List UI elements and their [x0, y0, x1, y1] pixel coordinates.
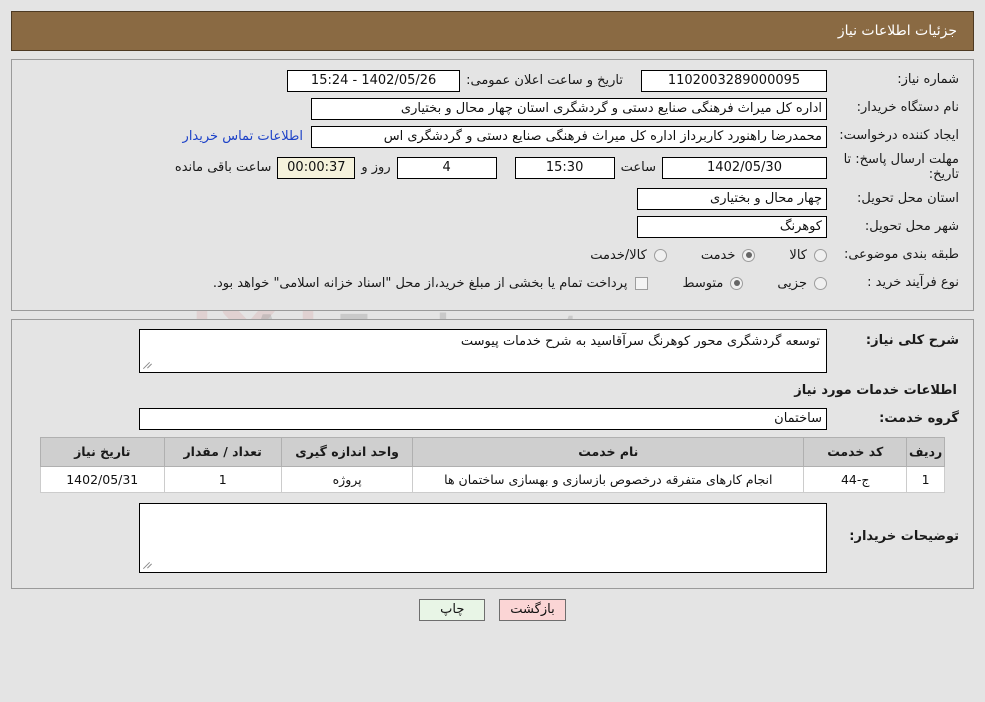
- col-header-service-name: نام خدمت: [412, 436, 805, 467]
- creator-label: ایجاد کننده درخواست:: [839, 128, 959, 144]
- service-group-field: ساختمان: [139, 408, 827, 431]
- remaining-days-field: 4: [396, 156, 497, 179]
- row-province: استان محل تحویل: چهار محال و بختیاری: [26, 188, 959, 211]
- col-header-service-code: کد خدمت: [803, 436, 908, 467]
- need-number-label: شماره نیاز:: [897, 72, 959, 88]
- process-option-minor[interactable]: جزیی: [777, 276, 827, 291]
- treasury-note-label: پرداخت تمام یا بخشی از مبلغ خرید،از محل …: [212, 275, 628, 291]
- row-request-creator: ایجاد کننده درخواست: محمدرضا راهنورد کار…: [26, 125, 959, 148]
- cell-service-name: انجام کارهای متفرقه درخصوص بازسازی و بهس…: [412, 465, 805, 493]
- category-option-goods-label: کالا: [789, 247, 807, 263]
- countdown-timer-field: 00:00:37: [277, 156, 356, 179]
- row-need-number: شماره نیاز: 1102003289000095 تاریخ و ساع…: [26, 69, 959, 92]
- cell-unit: پروژه: [280, 465, 414, 493]
- need-desc-label: شرح کلی نیاز:: [865, 332, 959, 348]
- process-option-medium[interactable]: متوسط: [682, 275, 744, 291]
- print-button[interactable]: چاپ: [419, 598, 486, 621]
- col-header-quantity: تعداد / مقدار: [163, 436, 282, 467]
- deadline-date-field: 1402/05/30: [662, 156, 827, 179]
- table-header-row: ردیف کد خدمت نام خدمت واحد اندازه گیری ت…: [40, 436, 945, 467]
- buyer-notes-label: توضیحات خریدار:: [849, 528, 959, 544]
- deadline-label: مهلت ارسال پاسخ: تا تاریخ:: [843, 152, 959, 182]
- treasury-checkbox-icon[interactable]: [635, 276, 649, 290]
- buyer-org-field: اداره کل میراث فرهنگی صنایع دستی و گردشگ…: [311, 97, 827, 120]
- radio-goods-icon[interactable]: [814, 248, 827, 262]
- cell-radif: 1: [906, 465, 945, 493]
- process-label: نوع فرآیند خرید :: [867, 275, 959, 291]
- countdown-group: 4 روز و 00:00:37 ساعت باقی مانده: [169, 156, 497, 179]
- services-table: ردیف کد خدمت نام خدمت واحد اندازه گیری ت…: [40, 436, 945, 493]
- table-row: 1 ج-44 انجام کارهای متفرقه درخصوص بازساز…: [40, 465, 945, 493]
- row-deadline: مهلت ارسال پاسخ: تا تاریخ: 1402/05/30 سا…: [26, 152, 959, 183]
- col-header-need-date: تاریخ نیاز: [40, 436, 165, 467]
- category-option-service[interactable]: خدمت: [701, 248, 756, 263]
- services-section-title: اطلاعات خدمات مورد نیاز: [794, 382, 957, 398]
- row-city: شهر محل تحویل: کوهرنگ: [26, 216, 959, 239]
- services-table-wrap: ردیف کد خدمت نام خدمت واحد اندازه گیری ت…: [26, 436, 959, 493]
- process-option-minor-label: جزیی: [777, 275, 807, 291]
- radio-minor-icon[interactable]: [814, 276, 827, 290]
- col-header-unit: واحد اندازه گیری: [280, 436, 414, 467]
- category-option-goods-service-label: کالا/خدمت: [590, 247, 647, 263]
- category-option-service-label: خدمت: [700, 247, 736, 263]
- category-option-goods[interactable]: کالا: [789, 248, 827, 263]
- city-field: کوهرنگ: [637, 216, 827, 239]
- footer-actions: بازگشت چاپ: [0, 598, 985, 621]
- row-category: طبقه بندی موضوعی: کالا خدمت کالا/خدمت: [26, 244, 959, 267]
- need-details-panel: شرح کلی نیاز: توسعه گردشگری محور کوهرنگ …: [11, 318, 974, 589]
- creator-field: محمدرضا راهنورد کاربرداز اداره کل میراث …: [311, 125, 827, 148]
- service-group-label: گروه خدمت:: [879, 411, 959, 427]
- row-buyer-org: نام دستگاه خریدار: اداره کل میراث فرهنگی…: [26, 97, 959, 120]
- need-number-field: 1102003289000095: [641, 69, 827, 92]
- days-and-label: روز و: [361, 160, 391, 176]
- buyer-contact-link[interactable]: اطلاعات تماس خریدار: [183, 129, 303, 144]
- page-title: جزئیات اطلاعات نیاز: [837, 23, 957, 39]
- category-option-goods-service[interactable]: کالا/خدمت: [590, 248, 667, 263]
- treasury-payment-option[interactable]: پرداخت تمام یا بخشی از مبلغ خرید،از محل …: [213, 276, 649, 291]
- page-title-bar: جزئیات اطلاعات نیاز: [11, 11, 974, 51]
- radio-goods-service-icon[interactable]: [653, 248, 667, 262]
- remaining-hours-label: ساعت باقی مانده: [174, 160, 272, 176]
- cell-quantity: 1: [163, 465, 282, 493]
- province-label: استان محل تحویل:: [857, 191, 959, 207]
- process-option-medium-label: متوسط: [682, 275, 724, 291]
- cell-need-date: 1402/05/31: [40, 465, 165, 493]
- province-field: چهار محال و بختیاری: [637, 188, 827, 211]
- radio-service-icon[interactable]: [742, 248, 756, 262]
- row-buyer-notes: توضیحات خریدار:: [26, 502, 959, 573]
- buyer-notes-textarea[interactable]: [139, 502, 827, 573]
- need-desc-text: توسعه گردشگری محور کوهرنگ سرآقاسید به شر…: [460, 333, 820, 349]
- buyer-org-label: نام دستگاه خریدار:: [856, 100, 959, 116]
- public-announce-field: 1402/05/26 - 15:24: [287, 69, 461, 92]
- radio-medium-icon[interactable]: [730, 276, 744, 290]
- col-header-radif: ردیف: [906, 436, 945, 467]
- row-need-description: شرح کلی نیاز: توسعه گردشگری محور کوهرنگ …: [26, 328, 959, 373]
- public-announce-group: تاریخ و ساعت اعلان عمومی: 1402/05/26 - 1…: [287, 69, 623, 92]
- category-label: طبقه بندی موضوعی:: [843, 247, 959, 263]
- need-summary-panel: شماره نیاز: 1102003289000095 تاریخ و ساع…: [11, 59, 974, 311]
- public-announce-label: تاریخ و ساعت اعلان عمومی:: [466, 73, 623, 88]
- resize-grip-icon[interactable]: [142, 361, 152, 371]
- city-label: شهر محل تحویل:: [864, 219, 959, 235]
- back-button[interactable]: بازگشت: [499, 598, 566, 621]
- row-service-group: گروه خدمت: ساختمان: [26, 408, 959, 431]
- deadline-time-field: 15:30: [514, 156, 615, 179]
- need-desc-textarea[interactable]: توسعه گردشگری محور کوهرنگ سرآقاسید به شر…: [139, 328, 827, 373]
- resize-grip-icon-2[interactable]: [142, 561, 152, 571]
- cell-service-code: ج-44: [803, 465, 908, 493]
- hour-label: ساعت: [620, 160, 656, 176]
- row-process-type: نوع فرآیند خرید : جزیی متوسط پرداخت تمام…: [26, 272, 959, 295]
